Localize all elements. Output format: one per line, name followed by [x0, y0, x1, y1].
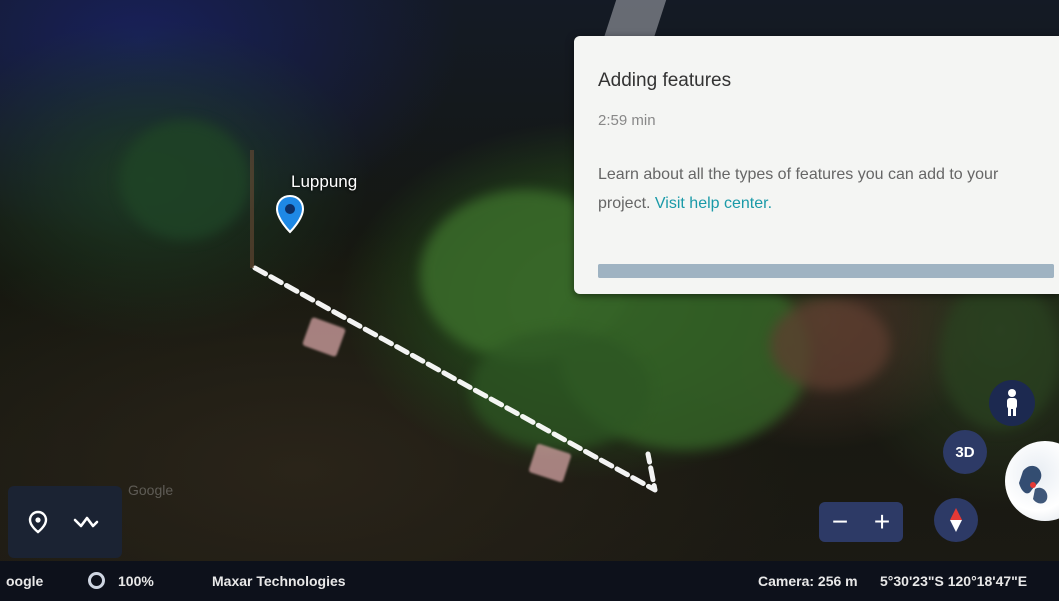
- help-card-title: Adding features: [598, 70, 732, 91]
- zoom-controls: − +: [819, 502, 903, 542]
- google-attribution: oogle: [6, 573, 44, 589]
- compass-icon: [950, 508, 962, 532]
- status-bar: oogle 100% Maxar Technologies Camera: 25…: [0, 561, 1059, 601]
- visit-help-center-link[interactable]: Visit help center.: [655, 195, 772, 212]
- compass-button[interactable]: [934, 498, 978, 542]
- help-progress-fill: [598, 264, 1054, 278]
- toggle-3d-button[interactable]: 3D: [943, 430, 987, 474]
- drawing-tools-panel: [8, 486, 122, 558]
- line-path-icon: [73, 516, 99, 528]
- draw-path-button[interactable]: [66, 502, 106, 542]
- pegman-button[interactable]: [989, 380, 1035, 426]
- pegman-icon: [1007, 389, 1017, 416]
- placemark-label[interactable]: Luppung: [291, 172, 357, 192]
- zoom-in-button[interactable]: +: [861, 502, 903, 542]
- help-card-description: Learn about all the types of features yo…: [598, 160, 1048, 218]
- zoom-out-button[interactable]: −: [819, 502, 861, 542]
- help-card-duration: 2:59 min: [598, 112, 656, 129]
- help-card: Adding features 2:59 min Learn about all…: [574, 36, 1059, 294]
- camera-altitude: Camera: 256 m: [758, 573, 858, 589]
- placemark-icon: [28, 510, 48, 534]
- placemark-icon[interactable]: [275, 194, 305, 234]
- add-placemark-button[interactable]: [18, 502, 58, 542]
- map-watermark: Google: [128, 482, 174, 498]
- help-progress-bar[interactable]: [598, 264, 1054, 278]
- load-percent: 100%: [118, 573, 154, 589]
- coordinates: 5°30'23"S 120°18'47"E: [880, 573, 1028, 589]
- imagery-provider: Maxar Technologies: [212, 573, 346, 589]
- ring-icon: [88, 572, 105, 589]
